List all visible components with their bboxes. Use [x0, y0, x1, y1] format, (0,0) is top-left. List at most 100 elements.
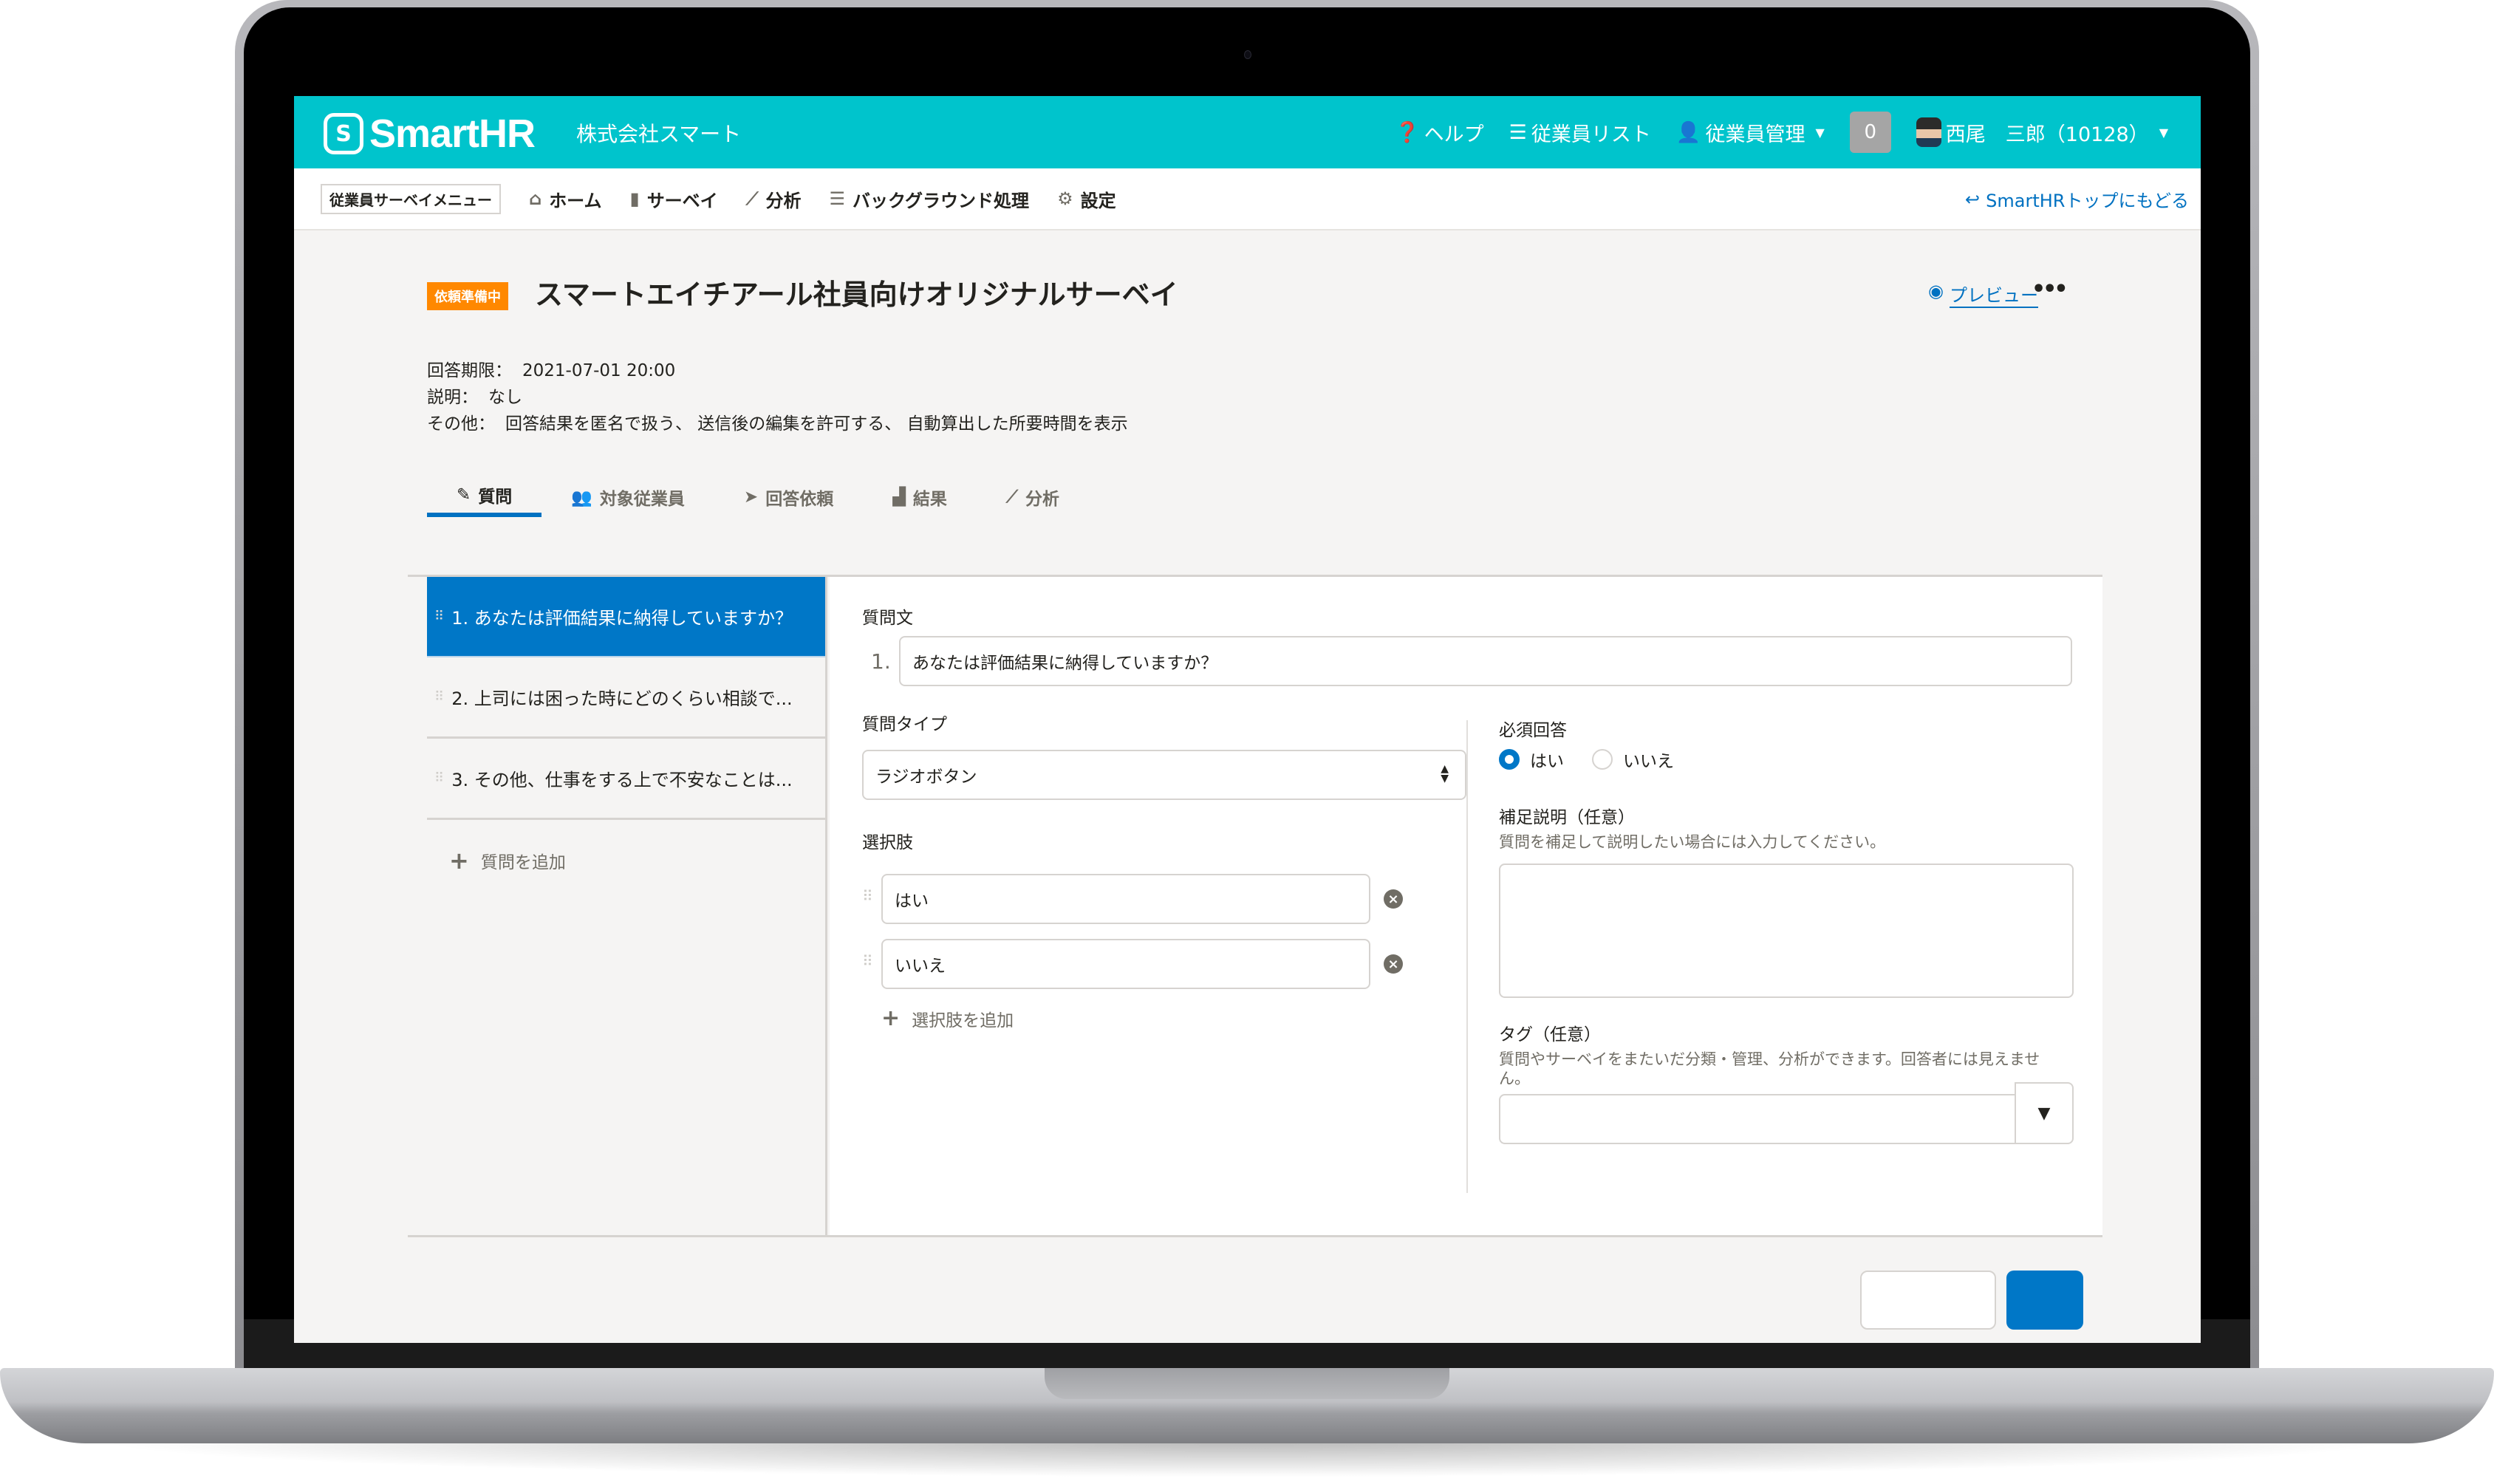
required-label: 必須回答 [1499, 721, 1567, 740]
gear-icon: ⚙ [1057, 188, 1073, 209]
tab-request[interactable]: ➤ 回答依頼 [714, 477, 863, 517]
tab-target-employees[interactable]: 👥 対象従業員 [541, 477, 714, 517]
plus-icon: + [449, 847, 469, 875]
question-list-item[interactable]: ⠿ 2. 上司には困った時にどのくらい相談で... [427, 657, 825, 739]
supplement-textarea[interactable] [1499, 864, 2074, 998]
drag-handle-icon[interactable]: ⠿ [434, 770, 444, 786]
user-menu[interactable]: 西尾 三郎（10128） ▼ [1916, 117, 2168, 147]
question-type-label: 質問タイプ [862, 715, 947, 734]
top-nav: ❓ ヘルプ ☰ 従業員リスト 👤 従業員管理 ▼ 0 西尾 三郎（10128） … [1395, 96, 2168, 168]
camera-icon [1244, 50, 1251, 59]
required-no-label[interactable]: いいえ [1623, 747, 1674, 772]
subnav-label: 設定 [1080, 190, 1116, 211]
question-list: ⠿ 1. あなたは評価結果に納得していますか？ ⠿ 2. 上司には困った時にどの… [427, 577, 827, 1235]
question-text-label: 質問文 [862, 609, 913, 628]
subnav-label: サーベイ [646, 190, 718, 211]
chart-line-icon: ⟋ [1005, 488, 1019, 507]
employee-admin-dropdown[interactable]: 👤 従業員管理 ▼ [1676, 118, 1825, 147]
subnav-item-survey[interactable]: ▮ サーベイ [629, 186, 717, 212]
question-list-item[interactable]: ⠿ 1. あなたは評価結果に納得していますか？ [427, 577, 825, 657]
plus-icon: + [881, 1005, 901, 1031]
smarthr-logo-icon: S [324, 113, 363, 154]
users-icon: 👥 [571, 488, 592, 507]
tab-questions[interactable]: ✎ 質問 [427, 477, 542, 517]
tab-results[interactable]: ▟ 結果 [863, 477, 977, 517]
user-name: 西尾 三郎（10128） [1945, 123, 2149, 146]
required-no-radio[interactable] [1592, 749, 1613, 770]
tab-analysis[interactable]: ⟋ 分析 [977, 477, 1089, 517]
laptop-notch [1045, 1368, 1449, 1399]
back-link-label: SmartHRトップにもどる [1986, 191, 2189, 211]
drag-handle-icon[interactable]: ⠿ [862, 952, 873, 970]
question-editor-panel: ⠿ 1. あなたは評価結果に納得していますか？ ⠿ 2. 上司には困った時にどの… [408, 575, 2102, 1237]
sub-nav: 従業員サーベイメニュー ⌂ ホーム ▮ サーベイ ⟋ 分析 ☰ バックグラウンド… [294, 168, 2201, 230]
paper-plane-icon: ➤ [743, 488, 759, 507]
chart-line-icon: ⟋ [745, 188, 759, 209]
question-circle-icon: ❓ [1395, 121, 1420, 144]
company-name: 株式会社スマート [576, 122, 742, 146]
choice-input[interactable]: はい [881, 874, 1370, 924]
question-text-input[interactable]: あなたは評価結果に納得していますか？ [899, 636, 2072, 686]
tag-hint: 質問やサーベイをまたいだ分類・管理、分析ができます。回答者には見えません。 [1499, 1050, 2040, 1087]
preview-label: プレビュー [1949, 281, 2038, 308]
avatar [1916, 117, 1941, 147]
file-icon: ▮ [629, 188, 640, 209]
help-label: ヘルプ [1424, 123, 1484, 146]
page-title: スマートエイチアール社員向けオリジナルサーベイ [535, 278, 1178, 311]
meta-deadline: 回答期限： 2021-07-01 20:00 [427, 361, 676, 380]
home-icon: ⌂ [529, 188, 542, 209]
top-bar: S SmartHR 株式会社スマート ❓ ヘルプ ☰ 従業員リスト 👤 従業員管… [294, 96, 2201, 168]
notification-badge[interactable]: 0 [1849, 112, 1891, 153]
list-icon: ☰ [1509, 120, 1527, 144]
bar-chart-icon: ▟ [892, 488, 906, 507]
question-type-select[interactable]: ラジオボタン ▲ ▼ [862, 750, 1466, 800]
add-choice-button[interactable]: + 選択肢を追加 [881, 1005, 1014, 1031]
subnav-item-analysis[interactable]: ⟋ 分析 [746, 186, 802, 212]
required-yes-radio[interactable] [1499, 749, 1520, 770]
preview-link[interactable]: ◉ プレビュー [1928, 281, 2038, 308]
caret-down-icon: ▼ [2037, 1104, 2051, 1123]
tag-input[interactable] [1499, 1094, 2016, 1144]
database-icon: ☰ [829, 188, 846, 209]
back-to-top-link[interactable]: ↩ SmartHRトップにもどる [1965, 186, 2189, 212]
subnav-label: バックグラウンド処理 [853, 190, 1030, 211]
primary-action-button[interactable] [2006, 1271, 2083, 1330]
question-number: 1. [871, 649, 891, 674]
brand-logo[interactable]: S SmartHR [324, 111, 536, 157]
remove-choice-icon[interactable]: × [1384, 954, 1403, 974]
drag-handle-icon[interactable]: ⠿ [862, 887, 873, 905]
reply-arrow-icon: ↩ [1965, 188, 1981, 210]
required-yes-label[interactable]: はい [1530, 747, 1564, 772]
eye-icon: ◉ [1928, 281, 1944, 301]
employee-admin-label: 従業員管理 [1705, 123, 1805, 146]
subnav-item-home[interactable]: ⌂ ホーム [529, 186, 601, 212]
status-badge: 依頼準備中 [427, 282, 508, 310]
choice-input[interactable]: いいえ [881, 939, 1370, 989]
brand-name: SmartHR [369, 112, 536, 156]
tag-dropdown-button[interactable]: ▼ [2015, 1082, 2074, 1144]
employee-list-link[interactable]: ☰ 従業員リスト [1509, 118, 1651, 147]
subnav-item-settings[interactable]: ⚙ 設定 [1057, 186, 1116, 212]
app-screen: S SmartHR 株式会社スマート ❓ ヘルプ ☰ 従業員リスト 👤 従業員管… [294, 96, 2201, 1343]
tab-bar: ✎ 質問 👥 対象従業員 ➤ 回答依頼 ▟ 結果 ⟋ 分析 [427, 477, 1089, 522]
survey-menu-label: 従業員サーベイメニュー [321, 183, 501, 214]
sort-arrows-icon: ▲ ▼ [1441, 763, 1449, 784]
drag-handle-icon[interactable]: ⠿ [434, 609, 444, 624]
user-icon: 👤 [1675, 121, 1701, 144]
caret-down-icon: ▼ [1815, 125, 1825, 140]
help-link[interactable]: ❓ ヘルプ [1395, 118, 1484, 147]
column-divider [1466, 720, 1468, 1193]
required-radio-group: はい いいえ [1499, 747, 1674, 772]
remove-choice-icon[interactable]: × [1384, 889, 1403, 909]
drag-handle-icon[interactable]: ⠿ [434, 689, 444, 705]
add-question-button[interactable]: + 質問を追加 [449, 847, 825, 875]
meta-other: その他： 回答結果を匿名で扱う、 送信後の編集を許可する、 自動算出した所要時間を… [427, 414, 1128, 434]
employee-list-label: 従業員リスト [1531, 123, 1651, 146]
question-form: 質問文 1. あなたは評価結果に納得していますか？ 質問タイプ ラジオボタン ▲… [830, 577, 2102, 1235]
supplement-hint: 質問を補足して説明したい場合には入力してください。 [1499, 833, 1886, 851]
subnav-item-background[interactable]: ☰ バックグラウンド処理 [830, 186, 1030, 212]
more-options-button[interactable]: ••• [2032, 276, 2068, 302]
subnav-label: ホーム [549, 190, 602, 211]
secondary-action-button[interactable] [1860, 1271, 1996, 1330]
question-list-item[interactable]: ⠿ 3. その他、仕事をする上で不安なことは... [427, 739, 825, 820]
